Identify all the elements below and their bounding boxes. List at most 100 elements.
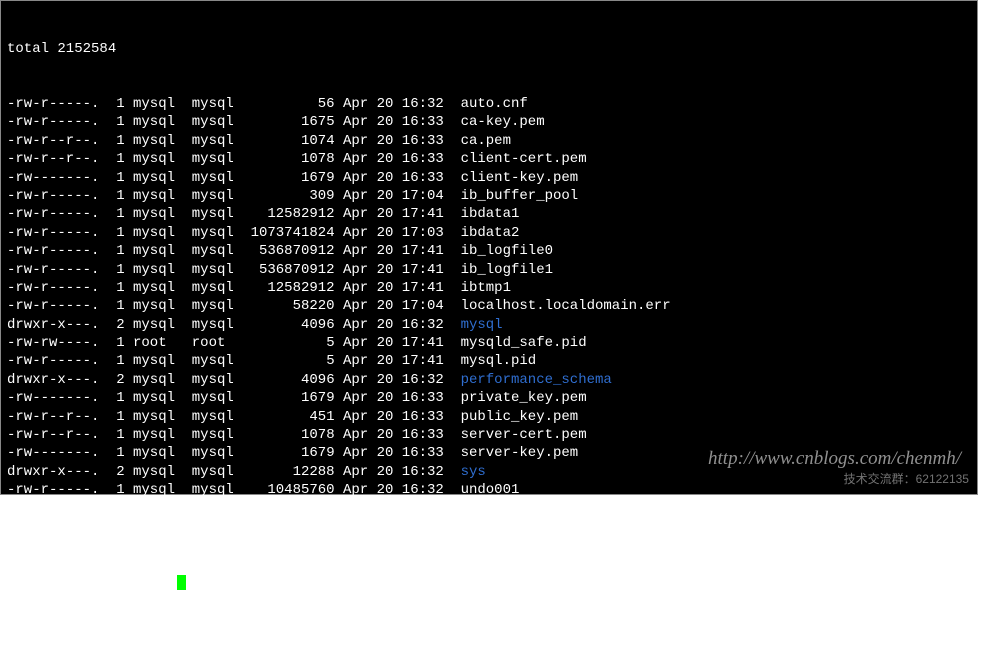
permissions: drwxr-x---. xyxy=(7,316,99,334)
file-name: ib_logfile0 xyxy=(461,243,553,259)
list-item: -rw-r-----.1mysqlmysql1675Apr 20 16:33ca… xyxy=(7,113,971,131)
permissions: -rw-r-----. xyxy=(7,481,99,499)
owner: mysql xyxy=(133,187,183,205)
list-item: -rw-r--r--.1mysqlmysql1078Apr 20 16:33se… xyxy=(7,426,971,444)
link-count: 1 xyxy=(108,334,125,352)
group: mysql xyxy=(192,408,242,426)
file-name: mysql.pid xyxy=(461,353,537,369)
permissions: -rw-r--r--. xyxy=(7,426,99,444)
group: mysql xyxy=(192,187,242,205)
file-date: Apr 20 17:41 xyxy=(343,261,452,279)
file-size: 5 xyxy=(242,334,334,352)
file-name: ibtmp1 xyxy=(461,280,511,296)
permissions: -rw-r--r--. xyxy=(7,132,99,150)
file-name: ca-key.pem xyxy=(461,114,545,130)
group: mysql xyxy=(192,132,242,150)
list-item: -rw-r-----.1mysqlmysql309Apr 20 17:04ib_… xyxy=(7,187,971,205)
list-item: drwxr-x---.2mysqlmysql4096Apr 20 16:32pe… xyxy=(7,371,971,389)
file-size: 12582912 xyxy=(242,279,334,297)
file-name: ib_buffer_pool xyxy=(461,188,579,204)
owner: mysql xyxy=(133,481,183,499)
permissions: -rw-r-----. xyxy=(7,224,99,242)
owner: mysql xyxy=(133,261,183,279)
permissions: -rw-r-----. xyxy=(7,352,99,370)
file-date: Apr 20 16:33 xyxy=(343,132,452,150)
file-date: Apr 20 17:41 xyxy=(343,242,452,260)
link-count: 1 xyxy=(108,205,125,223)
permissions: -rw-r-----. xyxy=(7,242,99,260)
file-date: Apr 20 16:32 xyxy=(343,371,452,389)
owner: mysql xyxy=(133,518,183,536)
file-name: ib_logfile1 xyxy=(461,262,553,278)
group: mysql xyxy=(192,95,242,113)
file-date: Apr 20 17:41 xyxy=(343,352,452,370)
link-count: 1 xyxy=(108,113,125,131)
permissions: -rw-rw----. xyxy=(7,334,99,352)
file-date: Apr 20 17:04 xyxy=(343,297,452,315)
file-size: 12288 xyxy=(242,463,334,481)
file-name: auto.cnf xyxy=(461,96,528,112)
owner: mysql xyxy=(133,316,183,334)
file-date: Apr 20 16:33 xyxy=(343,169,452,187)
owner: mysql xyxy=(133,150,183,168)
file-size: 1078 xyxy=(242,426,334,444)
group: mysql xyxy=(192,113,242,131)
file-date: Apr 20 16:32 xyxy=(343,463,452,481)
group: mysql xyxy=(192,518,242,536)
file-size: 56 xyxy=(242,95,334,113)
list-item: -rw-r-----.1mysqlmysql12582912Apr 20 17:… xyxy=(7,279,971,297)
group: mysql xyxy=(192,463,242,481)
group: mysql xyxy=(192,352,242,370)
file-date: Apr 20 17:41 xyxy=(343,279,452,297)
file-size: 1679 xyxy=(242,444,334,462)
link-count: 1 xyxy=(108,261,125,279)
list-item: -rw-r-----.1mysqlmysql10485760Apr 20 16:… xyxy=(7,500,971,518)
permissions: drwxr-x---. xyxy=(7,371,99,389)
owner: mysql xyxy=(133,169,183,187)
group: mysql xyxy=(192,426,242,444)
owner: root xyxy=(133,334,183,352)
dir-name: performance_schema xyxy=(461,372,612,388)
owner: mysql xyxy=(133,352,183,370)
link-count: 1 xyxy=(108,242,125,260)
file-name: client-cert.pem xyxy=(461,151,587,167)
file-name: ibdata1 xyxy=(461,206,520,222)
permissions: -rw-r--r--. xyxy=(7,408,99,426)
owner: mysql xyxy=(133,463,183,481)
list-item: -rw-------.1mysqlmysql1679Apr 20 16:33cl… xyxy=(7,169,971,187)
owner: mysql xyxy=(133,408,183,426)
owner: mysql xyxy=(133,95,183,113)
list-item: -rw-r--r--.1mysqlmysql451Apr 20 16:33pub… xyxy=(7,408,971,426)
file-date: Apr 20 16:33 xyxy=(343,150,452,168)
file-size: 1675 xyxy=(242,113,334,131)
prompt-line[interactable]: [root@localhost ~]# xyxy=(7,573,971,591)
owner: mysql xyxy=(133,279,183,297)
link-count: 1 xyxy=(108,389,125,407)
group: root xyxy=(192,334,242,352)
file-name: private_key.pem xyxy=(461,390,587,406)
dir-name: mysql xyxy=(461,317,503,333)
permissions: -rw-------. xyxy=(7,169,99,187)
file-date: Apr 20 17:41 xyxy=(343,334,452,352)
list-item: -rw-r-----.1mysqlmysql536870912Apr 20 17… xyxy=(7,261,971,279)
owner: mysql xyxy=(133,389,183,407)
file-date: Apr 20 16:32 xyxy=(343,518,452,536)
link-count: 1 xyxy=(108,187,125,205)
permissions: -rw-r--r--. xyxy=(7,150,99,168)
link-count: 1 xyxy=(108,481,125,499)
file-size: 309 xyxy=(242,187,334,205)
list-item: -rw-r--r--.1mysqlmysql1074Apr 20 16:33ca… xyxy=(7,132,971,150)
file-size: 1078 xyxy=(242,150,334,168)
list-item: -rw-r-----.1mysqlmysql10485760Apr 20 16:… xyxy=(7,481,971,499)
list-item: -rw-rw----.1rootroot5Apr 20 17:41mysqld_… xyxy=(7,334,971,352)
file-size: 536870912 xyxy=(242,261,334,279)
file-date: Apr 20 16:33 xyxy=(343,113,452,131)
file-name: mysqld_safe.pid xyxy=(461,335,587,351)
owner: mysql xyxy=(133,113,183,131)
file-date: Apr 20 16:33 xyxy=(343,389,452,407)
group: mysql xyxy=(192,444,242,462)
file-name: server-cert.pem xyxy=(461,427,587,443)
terminal-window[interactable]: total 2152584 -rw-r-----.1mysqlmysql56Ap… xyxy=(0,0,978,495)
permissions: -rw-r-----. xyxy=(7,95,99,113)
file-size: 5 xyxy=(242,352,334,370)
